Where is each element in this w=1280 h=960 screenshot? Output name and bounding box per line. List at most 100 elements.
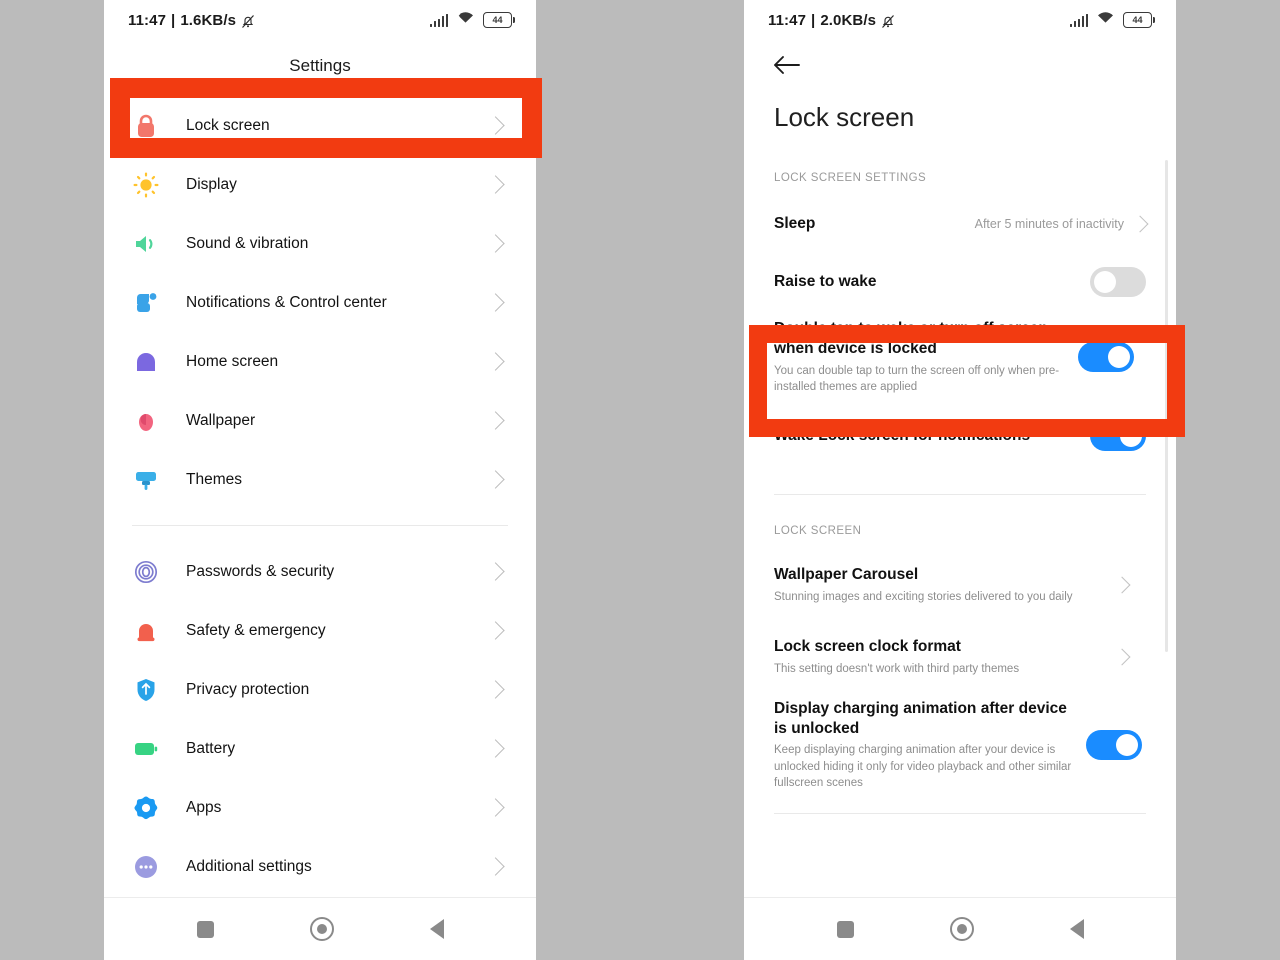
row-raise-to-wake-texts: Raise to wake — [774, 272, 1090, 292]
chevron-right-icon — [486, 234, 505, 253]
chevron-right-icon — [1113, 648, 1131, 666]
triangle-back-icon[interactable] — [429, 919, 444, 939]
square-recents-icon[interactable] — [196, 920, 214, 938]
status-separator: | — [811, 11, 816, 29]
chevron-right-icon — [486, 739, 505, 758]
section-divider — [774, 494, 1146, 495]
row-title: Raise to wake — [774, 272, 877, 290]
row-lock-screen-clock-format[interactable]: Lock screen clock format This setting do… — [744, 619, 1176, 695]
sidebar-item-label: Notifications & Control center — [186, 293, 387, 311]
battery-icon — [132, 735, 160, 763]
back-button[interactable] — [772, 52, 802, 82]
chevron-right-icon — [486, 352, 505, 371]
row-display-charging-animation[interactable]: Display charging animation after device … — [744, 695, 1176, 795]
sidebar-item-additional-settings[interactable]: Additional settings — [104, 837, 536, 896]
status-separator: | — [171, 11, 176, 29]
navigation-bar-right — [744, 897, 1176, 960]
status-bar-left-indicators: 44 — [429, 11, 515, 29]
chevron-right-icon — [486, 857, 505, 876]
sidebar-item-label: Privacy protection — [186, 680, 310, 698]
page-title: Settings — [289, 56, 351, 75]
status-bar-left-info: 11:47 | 1.6KB/s — [128, 12, 255, 29]
gear-icon — [132, 794, 160, 822]
sidebar-item-apps[interactable]: Apps — [104, 778, 536, 837]
chevron-right-icon — [1131, 215, 1149, 233]
signal-bars-icon — [429, 13, 448, 27]
bell-mute-icon — [881, 14, 895, 29]
lock-screen-settings-section: LOCK SCREEN SETTINGS Sleep After 5 minut… — [744, 172, 1176, 814]
brightness-icon — [132, 171, 160, 199]
sidebar-item-label: Apps — [186, 798, 222, 816]
arrow-left-icon — [773, 55, 801, 80]
list-divider — [132, 525, 508, 526]
status-bar-right: 11:47 | 2.0KB/s 44 — [744, 0, 1176, 40]
status-time: 11:47 — [128, 11, 167, 29]
sidebar-item-label: Themes — [186, 470, 242, 488]
status-network-speed: 2.0KB/s — [820, 11, 877, 29]
flower-icon — [132, 407, 160, 435]
chevron-right-icon — [486, 411, 505, 430]
sidebar-item-home-screen[interactable]: Home screen — [104, 332, 536, 391]
sidebar-item-safety-emergency[interactable]: Safety & emergency — [104, 601, 536, 660]
ellipsis-icon — [132, 853, 160, 881]
notification-icon — [132, 289, 160, 317]
chevron-right-icon — [1113, 576, 1131, 594]
sidebar-item-label: Display — [186, 175, 237, 193]
sidebar-item-wallpaper[interactable]: Wallpaper — [104, 391, 536, 450]
row-subtitle: This setting doesn't work with third par… — [774, 662, 1020, 675]
highlight-box-double-tap-to-wake — [749, 325, 1185, 437]
battery-indicator: 44 — [483, 12, 515, 28]
row-subtitle: Keep displaying charging animation after… — [774, 744, 1072, 790]
row-wallpaper-carousel-texts: Wallpaper Carousel Stunning images and e… — [774, 565, 1116, 605]
row-sleep[interactable]: Sleep After 5 minutes of inactivity — [744, 198, 1176, 250]
row-subtitle: Stunning images and exciting stories del… — [774, 590, 1073, 603]
sidebar-item-sound-vibration[interactable]: Sound & vibration — [104, 214, 536, 273]
screenshot-stage: 11:47 | 1.6KB/s 44 Settings Lock screen … — [0, 0, 1280, 960]
chevron-right-icon — [486, 621, 505, 640]
lock-screen-phone-panel: 11:47 | 2.0KB/s 44 Lock screen LOCK SCRE… — [744, 0, 1176, 960]
sidebar-item-privacy-protection[interactable]: Privacy protection — [104, 660, 536, 719]
sidebar-item-label: Safety & emergency — [186, 621, 326, 639]
row-value: After 5 minutes of inactivity — [974, 217, 1124, 231]
sidebar-item-label: Home screen — [186, 352, 279, 370]
home-icon — [132, 348, 160, 376]
bell-mute-icon — [241, 14, 255, 29]
row-title: Wallpaper Carousel — [774, 566, 919, 584]
sidebar-item-label: Passwords & security — [186, 562, 335, 580]
shield-icon — [132, 676, 160, 704]
sidebar-item-display[interactable]: Display — [104, 155, 536, 214]
sidebar-item-notifications-control-center[interactable]: Notifications & Control center — [104, 273, 536, 332]
sidebar-item-label: Wallpaper — [186, 411, 256, 429]
bottom-divider — [774, 813, 1146, 814]
chevron-right-icon — [486, 175, 505, 194]
circle-home-icon[interactable] — [309, 917, 334, 941]
square-recents-icon[interactable] — [836, 920, 854, 938]
paintbrush-icon — [132, 466, 160, 494]
row-wallpaper-carousel[interactable]: Wallpaper Carousel Stunning images and e… — [744, 551, 1176, 619]
settings-list: Lock screen Display Sound & vibration No… — [104, 96, 536, 896]
wifi-icon — [1097, 11, 1114, 29]
sidebar-item-passwords-security[interactable]: Passwords & security — [104, 542, 536, 601]
signal-bars-icon — [1069, 13, 1088, 27]
sidebar-item-label: Battery — [186, 739, 236, 757]
battery-indicator: 44 — [1123, 12, 1155, 28]
row-title: Display charging animation after device … — [774, 699, 1067, 737]
sidebar-item-battery[interactable]: Battery — [104, 719, 536, 778]
highlight-box-lock-screen — [110, 78, 542, 158]
charging-animation-toggle[interactable] — [1086, 730, 1142, 760]
raise-to-wake-toggle[interactable] — [1090, 267, 1146, 297]
row-raise-to-wake[interactable]: Raise to wake — [744, 250, 1176, 314]
sidebar-item-themes[interactable]: Themes — [104, 450, 536, 509]
status-bar-left: 11:47 | 1.6KB/s 44 — [104, 0, 536, 40]
emergency-bell-icon — [132, 617, 160, 645]
section-header-lock-screen-settings: LOCK SCREEN SETTINGS — [774, 172, 927, 184]
row-title: Sleep — [774, 214, 816, 232]
wifi-icon — [457, 11, 474, 29]
triangle-back-icon[interactable] — [1069, 919, 1084, 939]
chevron-right-icon — [486, 798, 505, 817]
row-charging-animation-texts: Display charging animation after device … — [774, 699, 1086, 792]
circle-home-icon[interactable] — [949, 917, 974, 941]
sidebar-item-label: Sound & vibration — [186, 234, 309, 252]
sidebar-item-label: Additional settings — [186, 857, 312, 875]
navigation-bar-left — [104, 897, 536, 960]
